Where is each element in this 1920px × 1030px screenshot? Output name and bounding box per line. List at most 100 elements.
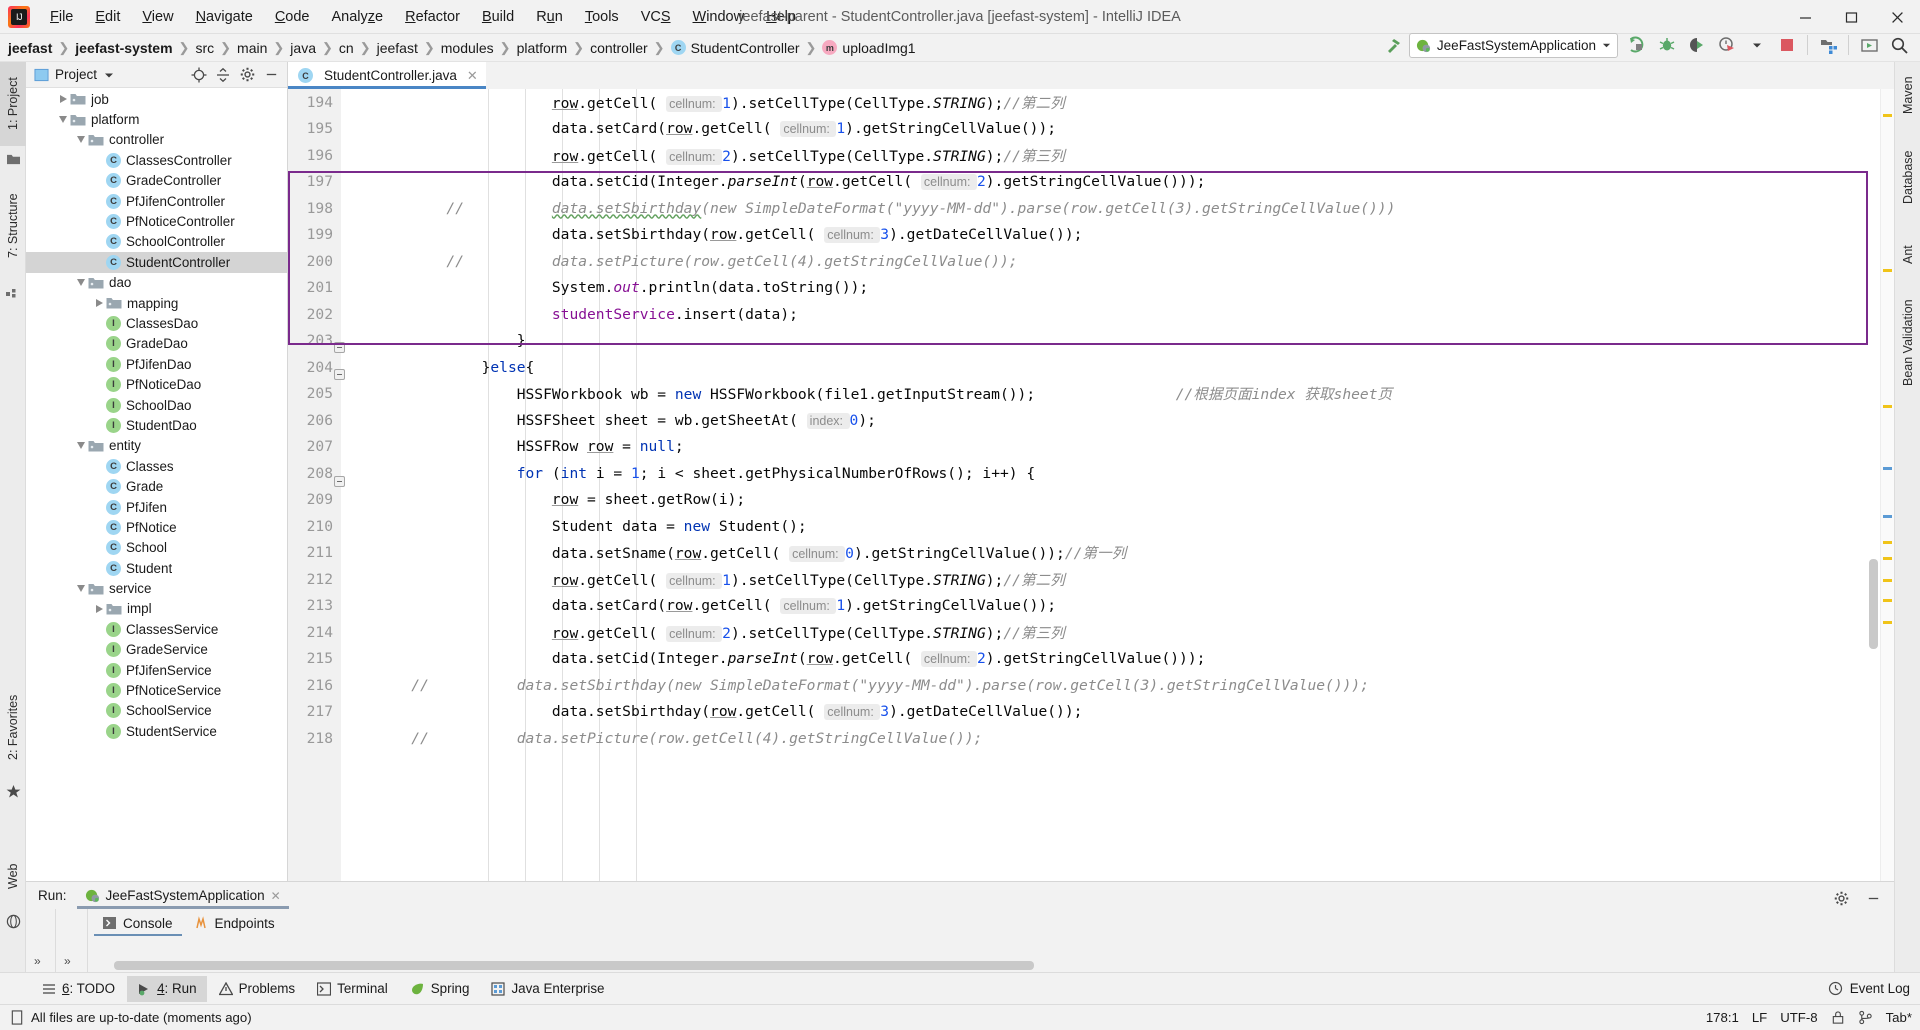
code-line[interactable]: 207 HSSFRow row = null; [288, 434, 1894, 461]
menu-item-analyze[interactable]: Analyze [321, 5, 395, 29]
menu-item-navigate[interactable]: Navigate [185, 5, 264, 29]
sidebar-item-web[interactable]: Web [0, 848, 26, 904]
code-content[interactable]: 194 row.getCell( cellnum: 1).setCellType… [288, 89, 1894, 939]
star-icon[interactable] [0, 780, 26, 802]
file-encoding[interactable]: UTF-8 [1780, 1010, 1817, 1025]
tree-node-schoolservice[interactable]: I SchoolService [26, 701, 287, 721]
code-line[interactable]: 204 }else{ [288, 354, 1894, 381]
run-icon[interactable] [1622, 31, 1652, 59]
breadcrumb-item-uploadimg1[interactable]: m uploadImg1 [822, 40, 916, 56]
tree-node-gradeservice[interactable]: I GradeService [26, 640, 287, 660]
code-line[interactable]: 203 } [288, 328, 1894, 355]
code-line[interactable]: 215 data.setCid(Integer.parseInt(row.get… [288, 646, 1894, 673]
code-line[interactable]: 209 row = sheet.getRow(i); [288, 487, 1894, 514]
tree-node-mapping[interactable]: mapping [26, 293, 287, 313]
tree-node-grade[interactable]: C Grade [26, 476, 287, 496]
code-line[interactable]: 212 row.getCell( cellnum: 1).setCellType… [288, 566, 1894, 593]
tree-node-classesdao[interactable]: I ClassesDao [26, 313, 287, 333]
breadcrumb-item-1[interactable]: jeefast-system [75, 40, 172, 56]
tree-node-gradedao[interactable]: I GradeDao [26, 334, 287, 354]
close-icon[interactable]: ✕ [467, 68, 478, 84]
code-line[interactable]: 208 for (int i = 1; i < sheet.getPhysica… [288, 460, 1894, 487]
tree-node-gradecontroller[interactable]: C GradeController [26, 171, 287, 191]
project-tree[interactable]: job platform controller C ClassesController C… [26, 89, 287, 939]
caret-position[interactable]: 178:1 [1706, 1010, 1739, 1025]
gear-icon[interactable] [235, 64, 259, 86]
code-line[interactable]: 201 System.out.println(data.toString()); [288, 275, 1894, 302]
bottom-item-todo[interactable]: 6: TODO [32, 976, 125, 1002]
branch-icon[interactable] [1858, 1010, 1873, 1025]
chevron-right-icon[interactable] [56, 89, 70, 109]
tree-node-pfjifencontroller[interactable]: C PfJifenController [26, 191, 287, 211]
line-separator[interactable]: LF [1752, 1010, 1767, 1025]
menu-item-code[interactable]: Code [264, 5, 321, 29]
tree-node-platform[interactable]: platform [26, 109, 287, 129]
menu-item-window[interactable]: Window [682, 5, 756, 29]
structure-icon[interactable] [0, 280, 26, 302]
tree-node-service[interactable]: service [26, 578, 287, 598]
tree-node-controller[interactable]: controller [26, 130, 287, 150]
event-log-button[interactable]: Event Log [1828, 981, 1910, 996]
menu-item-file[interactable]: FFileile [39, 5, 84, 29]
menu-item-refactor[interactable]: Refactor [394, 5, 471, 29]
menu-item-vcs[interactable]: VCS [630, 5, 682, 29]
tree-node-pfnoticeservice[interactable]: I PfNoticeService [26, 680, 287, 700]
tree-node-studentdao[interactable]: I StudentDao [26, 415, 287, 435]
breadcrumb-item-3[interactable]: main [237, 40, 267, 56]
breadcrumb-item-2[interactable]: src [195, 40, 214, 56]
tree-node-studentservice[interactable]: I StudentService [26, 721, 287, 741]
code-line[interactable]: 214 row.getCell( cellnum: 2).setCellType… [288, 619, 1894, 646]
code-line[interactable]: 211 data.setSname(row.getCell( cellnum: … [288, 540, 1894, 567]
tree-node-studentcontroller[interactable]: C StudentController [26, 252, 287, 273]
breadcrumb-item-0[interactable]: jeefast [8, 40, 52, 56]
chevron-down-icon[interactable] [74, 130, 88, 150]
tree-node-school[interactable]: C School [26, 538, 287, 558]
breadcrumb-item-6[interactable]: jeefast [377, 40, 418, 56]
breadcrumb-item-studentcontroller[interactable]: C StudentController [670, 40, 800, 56]
close-button[interactable] [1874, 0, 1920, 34]
minimize-icon[interactable] [1858, 884, 1888, 912]
sidebar-item-ant[interactable]: Ant [1895, 234, 1920, 276]
chevron-down-icon[interactable] [1742, 31, 1772, 59]
tree-node-pfnoticedao[interactable]: I PfNoticeDao [26, 374, 287, 394]
sidebar-item-favorites[interactable]: 2: Favorites [0, 676, 26, 778]
close-icon[interactable]: ✕ [271, 889, 281, 903]
tree-node-pfjifenservice[interactable]: I PfJifenService [26, 660, 287, 680]
maximize-button[interactable] [1828, 0, 1874, 34]
code-line[interactable]: 217 data.setSbirthday(row.getCell( celln… [288, 699, 1894, 726]
breadcrumb-item-5[interactable]: cn [339, 40, 354, 56]
locate-icon[interactable] [187, 64, 211, 86]
bottom-item-problems[interactable]: Problems [209, 976, 306, 1002]
tree-node-entity[interactable]: entity [26, 436, 287, 456]
code-fold-icon[interactable] [334, 476, 345, 487]
menu-item-help[interactable]: Help [755, 5, 807, 29]
profiler-icon[interactable] [1712, 31, 1742, 59]
bottom-item-terminal[interactable]: Terminal [307, 976, 398, 1002]
sidebar-item-structure[interactable]: 7: Structure [0, 174, 26, 278]
code-fold-icon[interactable] [334, 369, 345, 380]
code-line[interactable]: 202 studentService.insert(data); [288, 301, 1894, 328]
sidebar-item-maven[interactable]: Maven [1895, 66, 1920, 124]
bottom-item-run[interactable]: 4: Run [127, 975, 207, 1002]
chevron-down-icon[interactable] [74, 273, 88, 293]
tree-node-pfjifendao[interactable]: I PfJifenDao [26, 354, 287, 374]
indent-setting[interactable]: Tab* [1886, 1010, 1912, 1025]
tree-node-schoolcontroller[interactable]: C SchoolController [26, 232, 287, 252]
menu-item-edit[interactable]: Edit [84, 5, 131, 29]
run-configuration-selector[interactable]: JeeFastSystemApplication [1408, 32, 1618, 58]
tab-studentcontroller-java[interactable]: C StudentController.java ✕ [288, 62, 486, 89]
tree-node-pfnotice[interactable]: C PfNotice [26, 517, 287, 537]
menu-item-run[interactable]: Run [525, 5, 574, 29]
code-line[interactable]: 216 // data.setSbirthday(new SimpleDateF… [288, 672, 1894, 699]
run-tab-jeefastsystemapplication[interactable]: JeeFastSystemApplication ✕ [76, 882, 289, 909]
tree-node-classes[interactable]: C Classes [26, 456, 287, 476]
chevron-down-icon[interactable] [56, 110, 70, 130]
menu-item-build[interactable]: Build [471, 5, 525, 29]
tree-node-dao[interactable]: dao [26, 273, 287, 293]
tab-endpoints[interactable]: Endpoints [186, 910, 284, 936]
code-line[interactable]: 194 row.getCell( cellnum: 1).setCellType… [288, 89, 1894, 116]
lock-icon[interactable] [1831, 1010, 1845, 1025]
code-line[interactable]: 213 data.setCard(row.getCell( cellnum: 1… [288, 593, 1894, 620]
code-line[interactable]: 218 // data.setPicture(row.getCell(4).ge… [288, 725, 1894, 752]
debug-icon[interactable] [1652, 31, 1682, 59]
